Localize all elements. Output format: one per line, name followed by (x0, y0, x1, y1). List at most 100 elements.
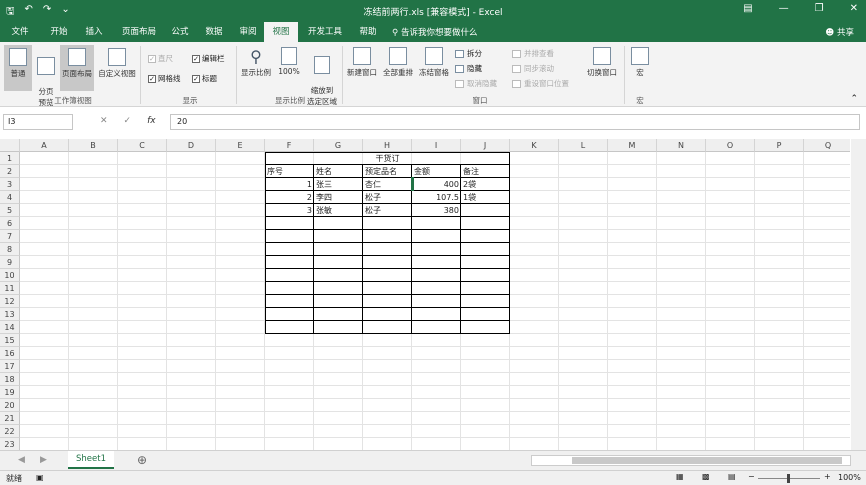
select-all-corner[interactable] (0, 139, 20, 152)
formula-bar-checkbox[interactable]: ✓ 编辑栏 (192, 53, 225, 64)
row-header[interactable]: 20 (0, 399, 20, 412)
column-header[interactable]: J (461, 139, 510, 152)
row-header[interactable]: 12 (0, 295, 20, 308)
column-header[interactable]: B (69, 139, 118, 152)
custom-views-button[interactable]: 自定义视图 (96, 45, 138, 91)
reset-window-button[interactable]: 重设窗口位置 (512, 78, 569, 89)
column-header[interactable]: P (755, 139, 804, 152)
tab-file[interactable]: 文件 (4, 22, 36, 42)
row-header[interactable]: 2 (0, 165, 20, 178)
row-header[interactable]: 17 (0, 360, 20, 373)
column-header[interactable]: G (314, 139, 363, 152)
normal-view-status-icon[interactable]: ▦ (676, 472, 684, 481)
zoom-out-icon[interactable]: − (748, 472, 755, 481)
row-header[interactable]: 16 (0, 347, 20, 360)
horizontal-scrollbar[interactable] (531, 455, 851, 466)
scroll-left-icon[interactable]: ◀ (18, 455, 25, 465)
row-header[interactable]: 22 (0, 425, 20, 438)
ruler-checkbox[interactable]: ✓ 直尺 (148, 53, 173, 64)
freeze-panes-button[interactable]: 冻结窗格 (416, 47, 452, 91)
row-header[interactable]: 8 (0, 243, 20, 256)
zoom-slider[interactable] (758, 474, 820, 483)
column-header[interactable]: I (412, 139, 461, 152)
unhide-button[interactable]: 取消隐藏 (455, 78, 497, 89)
zoom-button[interactable]: ⚲ 显示比例 (238, 47, 274, 91)
macro-record-icon[interactable]: ▣ (36, 473, 44, 482)
scroll-right-icon[interactable]: ▶ (40, 455, 47, 465)
zoom-to-selection-button[interactable]: 缩放到 选定区域 (304, 47, 340, 106)
sync-scroll-button[interactable]: 同步滚动 (512, 63, 554, 74)
column-header[interactable]: A (20, 139, 69, 152)
add-sheet-icon[interactable]: ⊕ (137, 453, 147, 467)
share-button[interactable]: ☻ 共享 (825, 26, 854, 38)
arrange-all-button[interactable]: 全部重排 (380, 47, 416, 91)
row-header[interactable]: 5 (0, 204, 20, 217)
collapse-ribbon-icon[interactable]: ⌃ (850, 94, 858, 104)
tab-formulas[interactable]: 公式 (164, 22, 196, 42)
gridlines-checkbox[interactable]: ✓ 网格线 (148, 73, 181, 84)
row-header[interactable]: 14 (0, 321, 20, 334)
row-header[interactable]: 9 (0, 256, 20, 269)
row-header[interactable]: 21 (0, 412, 20, 425)
column-header[interactable]: Q (804, 139, 850, 152)
macros-button[interactable]: 宏 (628, 47, 652, 91)
column-header[interactable]: M (608, 139, 657, 152)
new-window-button[interactable]: 新建窗口 (344, 47, 380, 91)
column-header[interactable]: N (657, 139, 706, 152)
column-header[interactable]: L (559, 139, 608, 152)
zoom-level[interactable]: 100% (838, 473, 861, 482)
row-header[interactable]: 3 (0, 178, 20, 191)
row-header[interactable]: 19 (0, 386, 20, 399)
column-header[interactable]: K (510, 139, 559, 152)
tab-help[interactable]: 帮助 (352, 22, 384, 42)
tab-review[interactable]: 审阅 (232, 22, 264, 42)
tab-page-layout[interactable]: 页面布局 (114, 22, 164, 42)
split-button[interactable]: 拆分 (455, 48, 482, 59)
page-layout-status-icon[interactable]: ▩ (702, 472, 710, 481)
tab-view[interactable]: 视图 (264, 22, 298, 42)
column-header[interactable]: O (706, 139, 755, 152)
active-cell[interactable] (411, 177, 414, 191)
row-header[interactable]: 6 (0, 217, 20, 230)
formula-input[interactable]: 20 (170, 114, 860, 130)
row-header[interactable]: 10 (0, 269, 20, 282)
insert-function-icon[interactable]: fx (147, 116, 156, 126)
headings-checkbox[interactable]: ✓ 标题 (192, 73, 217, 84)
tab-developer[interactable]: 开发工具 (302, 22, 348, 42)
row-header[interactable]: 7 (0, 230, 20, 243)
switch-windows-button[interactable]: 切换窗口 (582, 47, 622, 91)
normal-view-button[interactable]: 普通 (4, 45, 32, 91)
view-side-by-side-button[interactable]: 并排查看 (512, 48, 554, 59)
column-header[interactable]: D (167, 139, 216, 152)
close-icon[interactable]: ✕ (850, 3, 858, 14)
row-header[interactable]: 13 (0, 308, 20, 321)
column-header[interactable]: F (265, 139, 314, 152)
zoom-100-button[interactable]: 100% (276, 47, 302, 91)
row-header[interactable]: 4 (0, 191, 20, 204)
restore-icon[interactable]: ❐ (815, 3, 824, 14)
tab-home[interactable]: 开始 (40, 22, 78, 42)
sheet-tab[interactable]: Sheet1 (68, 451, 114, 469)
ribbon-display-icon[interactable]: ▤ (743, 3, 752, 14)
vertical-scrollbar[interactable] (851, 139, 866, 450)
tab-insert[interactable]: 插入 (78, 22, 110, 42)
page-layout-view-button[interactable]: 页面布局 (60, 45, 94, 91)
row-header[interactable]: 15 (0, 334, 20, 347)
name-box[interactable]: I3 (3, 114, 73, 130)
spreadsheet-grid[interactable]: ABCDEFGHIJKLMNOPQR1234567891011121314151… (0, 139, 850, 450)
zoom-in-icon[interactable]: + (824, 472, 831, 481)
hide-button[interactable]: 隐藏 (455, 63, 482, 74)
row-header[interactable]: 23 (0, 438, 20, 450)
column-header[interactable]: H (363, 139, 412, 152)
tell-me-search[interactable]: ⚲ 告诉我你想要做什么 (392, 26, 477, 38)
column-header[interactable]: E (216, 139, 265, 152)
row-header[interactable]: 1 (0, 152, 20, 165)
tab-data[interactable]: 数据 (198, 22, 230, 42)
row-header[interactable]: 18 (0, 373, 20, 386)
column-header[interactable]: C (118, 139, 167, 152)
minimize-icon[interactable]: — (779, 3, 789, 14)
row-header[interactable]: 11 (0, 282, 20, 295)
page-break-status-icon[interactable]: ▤ (728, 472, 736, 481)
cancel-icon[interactable]: ✕ (100, 116, 108, 126)
page-break-preview-button[interactable]: 分页 预览 (32, 45, 60, 107)
